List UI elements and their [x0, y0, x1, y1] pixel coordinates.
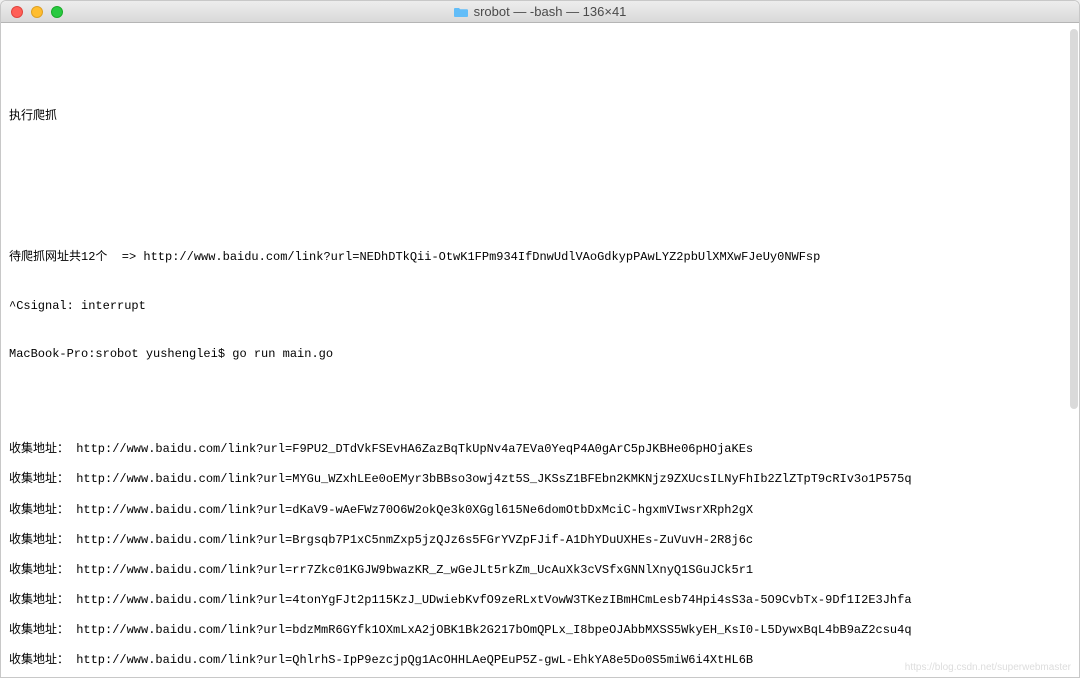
output-line: 收集地址： http://www.baidu.com/link?url=4ton…: [9, 592, 1071, 608]
output-line: 收集地址： http://www.baidu.com/link?url=bdzM…: [9, 622, 1071, 638]
collected-urls: 收集地址： http://www.baidu.com/link?url=F9PU…: [9, 441, 1071, 677]
output-line: ^Csignal: interrupt: [9, 298, 1071, 314]
terminal-window: srobot — -bash — 136×41 执行爬抓 待爬抓网址共12个 =…: [0, 0, 1080, 678]
output-line: 收集地址： http://www.baidu.com/link?url=rr7Z…: [9, 562, 1071, 578]
close-icon[interactable]: [11, 6, 23, 18]
minimize-icon[interactable]: [31, 6, 43, 18]
output-line: 收集地址： http://www.baidu.com/link?url=Brgs…: [9, 532, 1071, 548]
maximize-icon[interactable]: [51, 6, 63, 18]
window-title-text: srobot — -bash — 136×41: [474, 4, 627, 19]
output-line: 执行爬抓: [9, 108, 1071, 124]
folder-icon: [454, 6, 468, 18]
prompt-line: MacBook-Pro:srobot yushenglei$ go run ma…: [9, 346, 1071, 362]
output-line: 收集地址： http://www.baidu.com/link?url=dKaV…: [9, 502, 1071, 518]
output-line: 待爬抓网址共12个 => http://www.baidu.com/link?u…: [9, 249, 1071, 265]
titlebar: srobot — -bash — 136×41: [1, 1, 1079, 23]
window-title: srobot — -bash — 136×41: [1, 4, 1079, 19]
watermark: https://blog.csdn.net/superwebmaster: [905, 662, 1071, 673]
output-line: 收集地址： http://www.baidu.com/link?url=MYGu…: [9, 471, 1071, 487]
output-line: 收集地址： http://www.baidu.com/link?url=F9PU…: [9, 441, 1071, 457]
terminal-output[interactable]: 执行爬抓 待爬抓网址共12个 => http://www.baidu.com/l…: [1, 23, 1079, 677]
window-controls: [1, 6, 63, 18]
scrollbar-thumb[interactable]: [1070, 29, 1078, 409]
